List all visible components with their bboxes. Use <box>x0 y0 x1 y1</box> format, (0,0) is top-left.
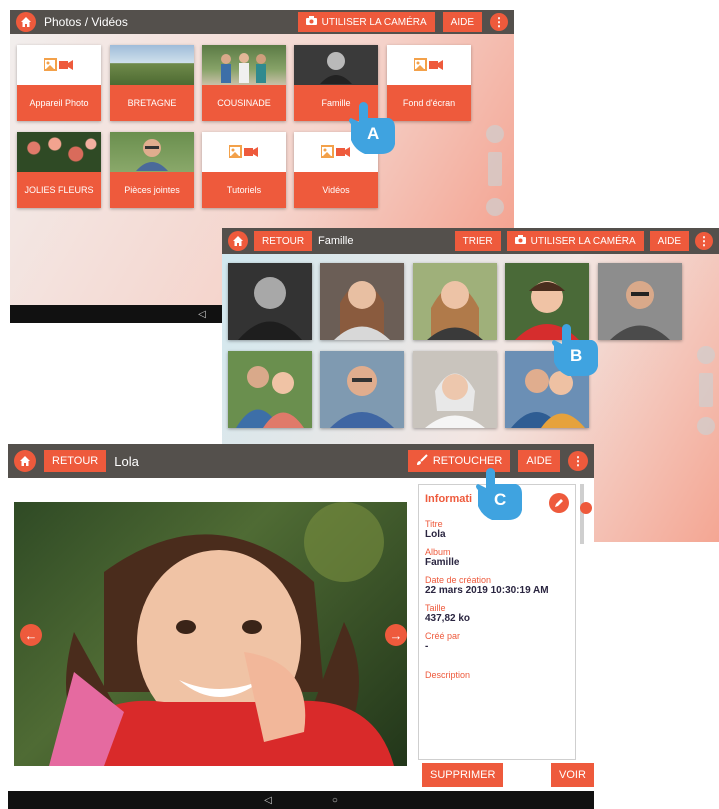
use-camera-label: UTILISER LA CAMÉRA <box>530 235 636 247</box>
callout-letter: A <box>367 124 380 143</box>
callout-letter: C <box>494 490 507 509</box>
group-photo-image <box>202 45 286 85</box>
media-placeholder-icon <box>17 45 101 85</box>
landscape-photo-image <box>110 45 194 85</box>
photo-thumbnail[interactable] <box>228 351 312 428</box>
album-tile[interactable]: Appareil Photo <box>17 45 101 121</box>
scroll-up-button[interactable] <box>486 125 504 143</box>
scroll-up-button[interactable] <box>697 346 715 364</box>
album-field-value: Famille <box>425 557 460 568</box>
album-tile[interactable]: COUSINADE <box>202 45 286 121</box>
media-placeholder-icon <box>202 132 286 172</box>
page-title: Photos / Vidéos <box>44 15 128 29</box>
page-title: Lola <box>114 453 139 469</box>
album-label: Pièces jointes <box>110 172 194 208</box>
home-button[interactable] <box>16 12 36 32</box>
main-photo <box>14 502 407 766</box>
size-value: 437,82 ko <box>425 613 471 624</box>
back-button[interactable]: RETOUR <box>254 231 313 251</box>
scroll-down-button[interactable] <box>697 417 715 435</box>
use-camera-label: UTILISER LA CAMÉRA <box>321 16 427 28</box>
delete-button[interactable]: SUPPRIMER <box>422 763 504 787</box>
album-label: Fond d'écran <box>387 85 471 121</box>
photo-thumbnail[interactable] <box>320 263 404 340</box>
portrait-photo-image <box>294 45 378 85</box>
home-nav-icon[interactable]: ○ <box>332 795 338 806</box>
creation-date-label: Date de création <box>425 575 492 585</box>
help-button[interactable]: AIDE <box>518 450 560 472</box>
created-by-value: - <box>425 641 429 652</box>
album-field-label: Album <box>425 547 451 557</box>
use-camera-button[interactable]: UTILISER LA CAMÉRA <box>297 12 435 32</box>
android-navbar: ◁ ○ <box>8 791 594 809</box>
back-button[interactable]: RETOUR <box>44 450 107 472</box>
callout-b: B <box>548 322 600 383</box>
famille-topbar: RETOUR Famille TRIER UTILISER LA CAMÉRA … <box>222 228 719 254</box>
photo-thumbnail[interactable] <box>320 351 404 428</box>
album-tile[interactable]: Pièces jointes <box>110 132 194 208</box>
home-button[interactable] <box>228 231 248 251</box>
help-button[interactable]: AIDE <box>442 12 482 32</box>
previous-photo-button[interactable]: ← <box>20 624 42 646</box>
pencil-icon <box>555 499 563 507</box>
page-title: Famille <box>318 235 354 247</box>
more-options-icon[interactable]: ⋮ <box>490 13 508 31</box>
scrollbar[interactable] <box>699 373 713 407</box>
more-options-icon[interactable]: ⋮ <box>695 232 713 250</box>
photo-thumbnail[interactable] <box>413 263 497 340</box>
more-options-icon[interactable]: ⋮ <box>568 451 588 471</box>
sort-button[interactable]: TRIER <box>454 231 501 251</box>
home-icon <box>21 17 31 27</box>
creation-date-value: 22 mars 2019 10:30:19 AM <box>425 585 549 596</box>
album-tile[interactable]: Tutoriels <box>202 132 286 208</box>
albums-topbar: Photos / Vidéos UTILISER LA CAMÉRA AIDE … <box>10 10 514 34</box>
media-placeholder-icon <box>387 45 471 85</box>
scrollbar[interactable] <box>488 152 502 186</box>
photo-thumbnail[interactable] <box>413 351 497 428</box>
album-label: COUSINADE <box>202 85 286 121</box>
edit-info-button[interactable] <box>549 493 569 513</box>
album-label: Vidéos <box>294 172 378 208</box>
callout-a: A <box>345 100 397 161</box>
created-by-label: Créé par <box>425 631 461 641</box>
flowers-photo-image <box>17 132 101 172</box>
callout-c: C <box>472 466 524 527</box>
album-label: JOLIES FLEURS <box>17 172 101 208</box>
portrait-photo-image <box>110 132 194 172</box>
home-icon <box>233 236 243 246</box>
callout-letter: B <box>570 346 583 365</box>
brush-icon <box>416 453 428 469</box>
next-photo-button[interactable]: → <box>385 624 407 646</box>
arrow-left-icon: ← <box>24 627 38 643</box>
album-tile[interactable]: JOLIES FLEURS <box>17 132 101 208</box>
photo-thumbnail[interactable] <box>228 263 312 340</box>
home-button[interactable] <box>14 450 36 472</box>
album-label: Appareil Photo <box>17 85 101 121</box>
info-scrollbar[interactable] <box>580 484 584 544</box>
help-button[interactable]: AIDE <box>649 231 689 251</box>
photo-thumbnail[interactable] <box>598 263 682 340</box>
girl-portrait-image <box>49 502 394 766</box>
description-label: Description <box>425 670 471 680</box>
album-label: BRETAGNE <box>110 85 194 121</box>
arrow-right-icon: → <box>389 627 403 643</box>
scroll-down-button[interactable] <box>486 198 504 216</box>
title-field-value: Lola <box>425 529 446 540</box>
use-camera-button[interactable]: UTILISER LA CAMÉRA <box>506 231 644 251</box>
view-button[interactable]: VOIR <box>551 763 594 787</box>
camera-icon <box>514 235 526 247</box>
home-icon <box>20 456 30 466</box>
album-tile[interactable]: Fond d'écran <box>387 45 471 121</box>
size-label: Taille <box>425 603 446 613</box>
info-panel-handle[interactable] <box>580 502 592 514</box>
album-label: Tutoriels <box>202 172 286 208</box>
back-nav-icon[interactable]: ◁ <box>198 309 206 320</box>
album-tile[interactable]: BRETAGNE <box>110 45 194 121</box>
back-nav-icon[interactable]: ◁ <box>264 795 272 806</box>
camera-icon <box>305 16 317 28</box>
